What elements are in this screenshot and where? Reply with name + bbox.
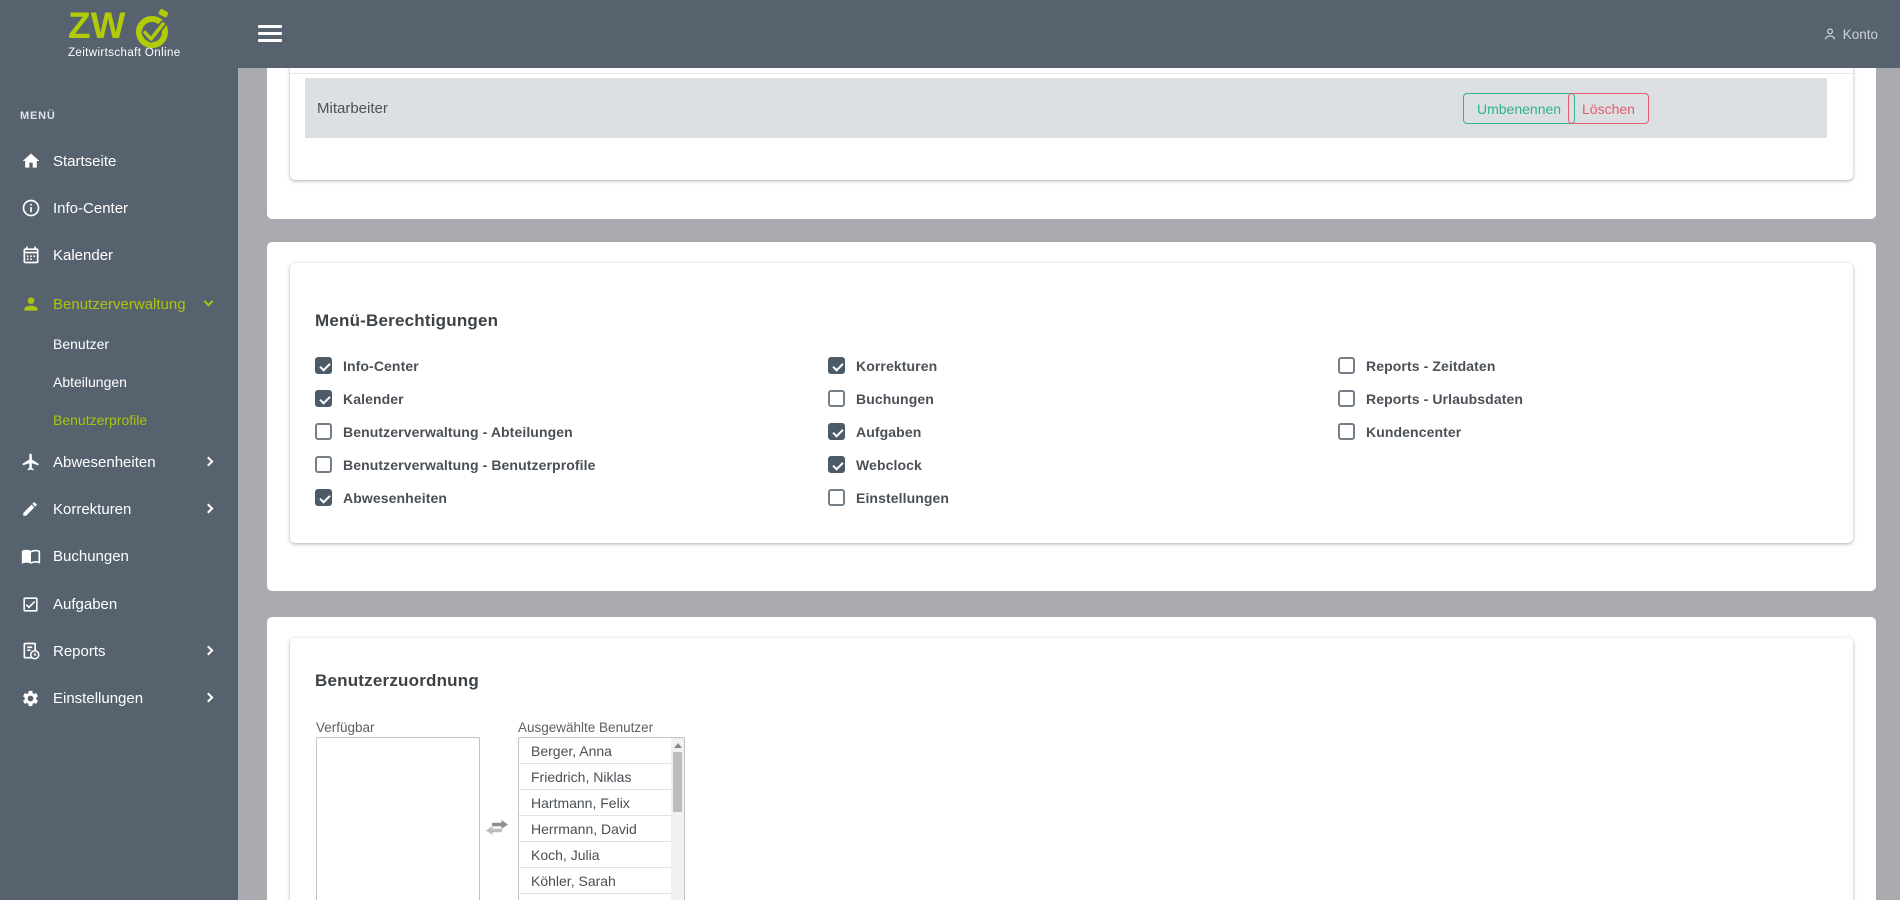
checkbox[interactable] (315, 489, 332, 506)
checkbox[interactable] (1338, 357, 1355, 374)
list-item[interactable]: Herrmann, David (519, 816, 671, 842)
sidebar-item-kalender[interactable]: Kalender (0, 243, 238, 267)
listbox-scrollbar[interactable] (671, 738, 684, 900)
checkbox-row[interactable]: Abwesenheiten (315, 481, 596, 514)
checkbox[interactable] (315, 357, 332, 374)
checkbox-row[interactable]: Reports - Zeitdaten (1338, 349, 1523, 382)
pencil-icon (21, 499, 41, 519)
checkbox[interactable] (828, 489, 845, 506)
task-check-icon (21, 594, 41, 614)
sidebar-item-aufgaben[interactable]: Aufgaben (0, 592, 238, 616)
checkbox[interactable] (828, 390, 845, 407)
checkbox-row[interactable]: Benutzerverwaltung - Abteilungen (315, 415, 596, 448)
person-icon (21, 294, 41, 314)
home-icon (21, 151, 41, 171)
list-item[interactable]: Hartmann, Felix (519, 790, 671, 816)
available-users-listbox[interactable] (316, 737, 480, 900)
sidebar-item-abwesenheiten[interactable]: Abwesenheiten (0, 450, 238, 474)
permissions-column-1: Info-Center Kalender Benutzerverwaltung … (315, 349, 596, 514)
profile-row-selected[interactable]: Mitarbeiter Umbenennen Löschen (305, 78, 1827, 138)
logo-text: ZW (68, 5, 126, 46)
checkbox-row[interactable]: Aufgaben (828, 415, 949, 448)
sidebar-section-label: MENÜ (20, 110, 56, 122)
rename-button[interactable]: Umbenennen (1463, 93, 1576, 124)
chevron-right-icon (203, 503, 214, 514)
gear-icon (21, 688, 41, 708)
list-item[interactable]: Friedrich, Niklas (519, 764, 671, 790)
report-clock-icon (21, 641, 41, 661)
checkbox-row[interactable]: Kalender (315, 382, 596, 415)
delete-button[interactable]: Löschen (1568, 93, 1649, 124)
main-content: Mitarbeiter Umbenennen Löschen Menü-Bere… (238, 0, 1900, 900)
checkbox-row[interactable]: Benutzerverwaltung - Benutzerprofile (315, 448, 596, 481)
sidebar-subitem-benutzer[interactable]: Benutzer (0, 332, 238, 356)
assignment-title: Benutzerzuordnung (315, 671, 479, 690)
sidebar-item-reports[interactable]: Reports (0, 639, 238, 663)
selected-users-listbox[interactable]: Berger, Anna Friedrich, Niklas Hartmann,… (518, 737, 685, 900)
person-outline-icon (1824, 28, 1836, 40)
checkbox[interactable] (1338, 390, 1355, 407)
checkbox-row[interactable]: Korrekturen (828, 349, 949, 382)
chevron-down-icon (203, 296, 214, 307)
account-button[interactable]: Konto (1822, 0, 1878, 68)
selected-users-label: Ausgewählte Benutzer (518, 720, 654, 735)
airplane-icon (21, 452, 41, 472)
hamburger-menu-icon[interactable] (258, 25, 282, 42)
sidebar-subitem-benutzerprofile[interactable]: Benutzerprofile (0, 408, 238, 432)
app-logo[interactable]: ZW Zeitwirtschaft Online (68, 5, 181, 60)
sidebar-item-benutzerverwaltung[interactable]: Benutzerverwaltung (0, 292, 238, 316)
checkbox[interactable] (828, 357, 845, 374)
checkbox[interactable] (828, 423, 845, 440)
book-icon (21, 546, 41, 566)
checkbox-row[interactable]: Einstellungen (828, 481, 949, 514)
sidebar-item-buchungen[interactable]: Buchungen (0, 544, 238, 568)
permissions-panel: Menü-Berechtigungen Info-Center Kalender… (267, 242, 1876, 591)
list-item[interactable]: Köhler, Sarah (519, 868, 671, 894)
chevron-right-icon (203, 645, 214, 656)
checkbox[interactable] (1338, 423, 1355, 440)
transfer-arrows-icon (486, 820, 508, 840)
list-item[interactable] (519, 894, 671, 900)
checkbox[interactable] (315, 390, 332, 407)
info-icon (21, 198, 41, 218)
list-item[interactable]: Koch, Julia (519, 842, 671, 868)
sidebar-item-info-center[interactable]: Info-Center (0, 196, 238, 220)
sidebar-item-korrekturen[interactable]: Korrekturen (0, 497, 238, 521)
checkbox-row[interactable]: Info-Center (315, 349, 596, 382)
table-row-divider (290, 73, 1853, 74)
assignment-panel: Benutzerzuordnung Verfügbar Ausgewählte … (267, 617, 1876, 900)
checkbox-row[interactable]: Webclock (828, 448, 949, 481)
calendar-icon (21, 245, 41, 265)
sidebar-item-einstellungen[interactable]: Einstellungen (0, 686, 238, 710)
chevron-right-icon (203, 456, 214, 467)
permissions-column-3: Reports - Zeitdaten Reports - Urlaubsdat… (1338, 349, 1523, 448)
scrollbar-thumb[interactable] (673, 752, 682, 812)
checkbox-row[interactable]: Buchungen (828, 382, 949, 415)
sidebar-subitem-abteilungen[interactable]: Abteilungen (0, 370, 238, 394)
selected-users-rows: Berger, Anna Friedrich, Niklas Hartmann,… (519, 738, 671, 900)
permissions-card: Menü-Berechtigungen Info-Center Kalender… (290, 263, 1853, 543)
checkbox[interactable] (315, 423, 332, 440)
app-header: ZW Zeitwirtschaft Online Konto (0, 0, 1900, 68)
checkbox-row[interactable]: Kundencenter (1338, 415, 1523, 448)
logo-tagline: Zeitwirtschaft Online (68, 47, 181, 59)
available-label: Verfügbar (316, 720, 375, 735)
scroll-up-arrow-icon[interactable] (673, 743, 682, 748)
checkbox[interactable] (828, 456, 845, 473)
sidebar-item-startseite[interactable]: Startseite (0, 149, 238, 173)
list-item[interactable]: Berger, Anna (519, 738, 671, 764)
checkbox[interactable] (315, 456, 332, 473)
profile-name: Mitarbeiter (317, 99, 388, 117)
account-label: Konto (1842, 26, 1878, 42)
assignment-card: Benutzerzuordnung Verfügbar Ausgewählte … (290, 638, 1853, 900)
sidebar: MENÜ Startseite Info-Center Kalender Ben… (0, 0, 238, 900)
checkbox-row[interactable]: Reports - Urlaubsdaten (1338, 382, 1523, 415)
permissions-title: Menü-Berechtigungen (315, 311, 499, 330)
permissions-column-2: Korrekturen Buchungen Aufgaben Webclock … (828, 349, 949, 514)
chevron-right-icon (203, 692, 214, 703)
